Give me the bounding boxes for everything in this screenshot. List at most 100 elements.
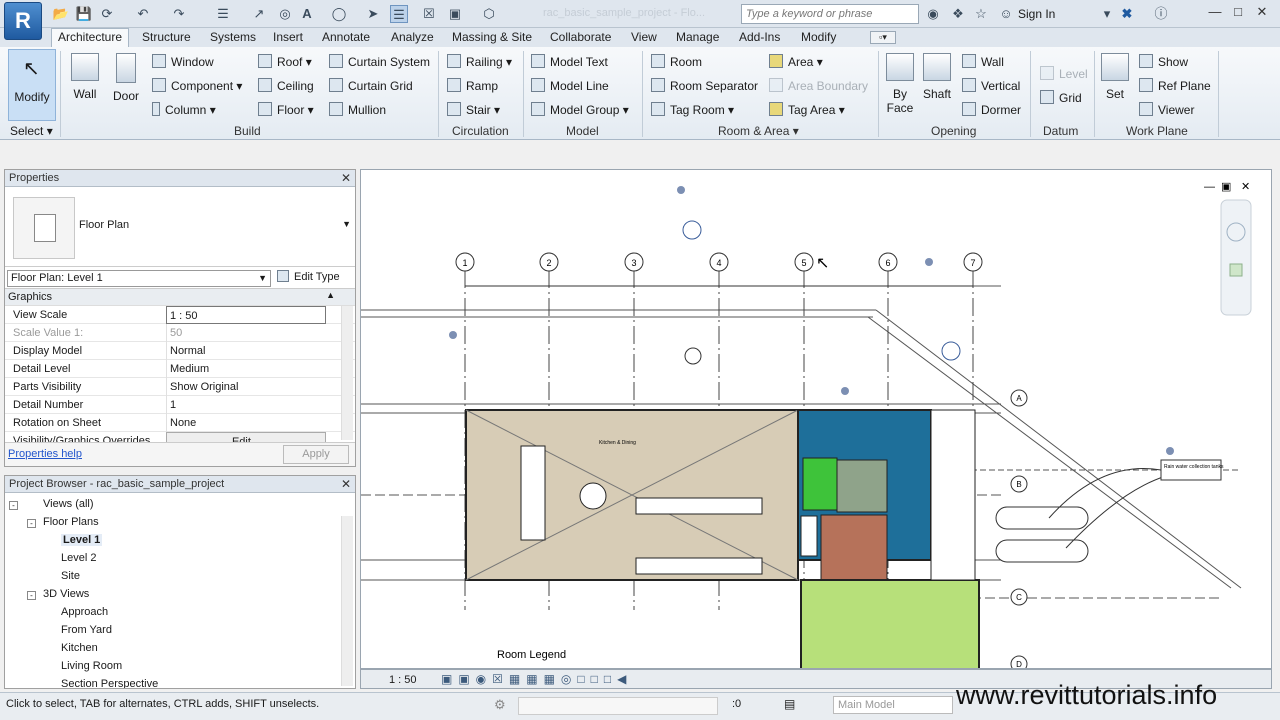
- view-control-icons[interactable]: ▣▣◉☒▦▦▦◎□□□◀: [441, 672, 632, 686]
- browser-item[interactable]: Views (all): [43, 498, 94, 510]
- curtain-system-button[interactable]: Curtain System: [329, 54, 430, 69]
- open-icon[interactable]: 📂: [52, 5, 70, 23]
- property-value[interactable]: Normal: [166, 342, 326, 360]
- subscription-icon[interactable]: ❖: [949, 5, 967, 23]
- model-line-button[interactable]: Model Line: [531, 78, 609, 93]
- workset-select[interactable]: [518, 697, 718, 715]
- customize-qat-icon[interactable]: ⬡: [480, 5, 498, 23]
- collapse-icon[interactable]: ▲: [326, 290, 335, 300]
- dormer-button[interactable]: Dormer: [962, 102, 1021, 117]
- camera-marker[interactable]: [841, 387, 849, 395]
- modify-button[interactable]: ↖ Modify: [8, 49, 56, 121]
- level-button[interactable]: Level: [1040, 66, 1088, 81]
- curtain-grid-button[interactable]: Curtain Grid: [329, 78, 413, 93]
- browser-scrollbar[interactable]: [341, 516, 353, 686]
- binoculars-icon[interactable]: ◉: [924, 5, 942, 23]
- property-row[interactable]: Scale Value 1: 50: [5, 324, 355, 342]
- room-button[interactable]: Room: [651, 54, 702, 69]
- help-icon[interactable]: ⓘ: [1152, 5, 1170, 23]
- close-icon[interactable]: ✕: [341, 477, 351, 491]
- room-area-panel-dropdown[interactable]: Room & Area ▾: [718, 124, 799, 138]
- close-hidden-icon[interactable]: ☒: [420, 5, 438, 23]
- close-icon[interactable]: ✕: [341, 171, 351, 185]
- camera-marker[interactable]: [677, 186, 685, 194]
- browser-item[interactable]: Living Room: [61, 660, 122, 672]
- ramp-button[interactable]: Ramp: [447, 78, 498, 93]
- room-garage[interactable]: [800, 579, 980, 669]
- property-value[interactable]: 50: [166, 324, 326, 342]
- type-selector[interactable]: Floor Plan ▼: [5, 187, 355, 267]
- room-separator-button[interactable]: Room Separator: [651, 78, 758, 93]
- property-row[interactable]: View Scale 1 : 50: [5, 306, 355, 324]
- ribbon-minimize-icon[interactable]: ▫▾: [870, 31, 896, 44]
- property-row[interactable]: Rotation on Sheet None: [5, 414, 355, 432]
- floor-button[interactable]: Floor ▾: [258, 102, 314, 117]
- minimize-window-icon[interactable]: —: [1205, 4, 1225, 22]
- design-option-select[interactable]: Main Model: [833, 696, 953, 714]
- property-row[interactable]: Detail Number 1: [5, 396, 355, 414]
- area-button[interactable]: Area ▾: [769, 54, 823, 69]
- tab-collaborate[interactable]: Collaborate: [550, 30, 611, 44]
- stair-button[interactable]: Stair ▾: [447, 102, 500, 117]
- apply-button[interactable]: Apply: [283, 445, 349, 464]
- tab-architecture[interactable]: Architecture: [51, 28, 130, 47]
- browser-item[interactable]: Level 2: [61, 552, 96, 564]
- properties-scrollbar[interactable]: [341, 306, 353, 440]
- navigation-bar[interactable]: [1220, 199, 1252, 316]
- room-laundry[interactable]: [820, 514, 888, 581]
- wall-opening-button[interactable]: Wall: [962, 54, 1004, 69]
- view-scale[interactable]: 1 : 50: [389, 674, 417, 686]
- design-options-icon[interactable]: ▤: [784, 697, 795, 711]
- shaft-button[interactable]: Shaft: [920, 53, 954, 101]
- 3d-view-icon[interactable]: ◯: [330, 5, 348, 23]
- browser-item[interactable]: From Yard: [61, 624, 112, 636]
- zoom-icon[interactable]: [1229, 263, 1243, 277]
- group-header-graphics[interactable]: Graphics ▲: [5, 289, 355, 306]
- exchange-apps-icon[interactable]: ✖: [1118, 5, 1136, 23]
- property-row[interactable]: Display Model Normal: [5, 342, 355, 360]
- close-window-icon[interactable]: ✕: [1252, 4, 1272, 22]
- save-icon[interactable]: 💾: [75, 5, 93, 23]
- select-panel-dropdown[interactable]: Select ▾: [10, 124, 53, 138]
- tab-annotate[interactable]: Annotate: [322, 30, 370, 44]
- tree-collapse-icon[interactable]: -: [9, 501, 18, 510]
- favorites-star-icon[interactable]: ☆: [972, 5, 990, 23]
- browser-item[interactable]: Floor Plans: [43, 516, 99, 528]
- tree-collapse-icon[interactable]: -: [27, 519, 36, 528]
- property-row[interactable]: Parts Visibility Show Original: [5, 378, 355, 396]
- browser-item[interactable]: Level 1: [61, 534, 103, 546]
- show-work-plane-button[interactable]: Show: [1139, 54, 1188, 69]
- measure-icon[interactable]: ☰: [214, 5, 232, 23]
- wall-button[interactable]: Wall: [70, 53, 100, 101]
- window-button[interactable]: Window: [152, 54, 214, 69]
- door-button[interactable]: Door: [110, 53, 142, 103]
- component-button[interactable]: Component ▾: [152, 78, 242, 93]
- tab-structure[interactable]: Structure: [142, 30, 191, 44]
- browser-item[interactable]: Kitchen: [61, 642, 98, 654]
- railing-button[interactable]: Railing ▾: [447, 54, 512, 69]
- property-value[interactable]: Medium: [166, 360, 326, 378]
- model-group-button[interactable]: Model Group ▾: [531, 102, 629, 117]
- tab-manage[interactable]: Manage: [676, 30, 719, 44]
- switch-windows-icon[interactable]: ▣: [446, 5, 464, 23]
- elevation-marker[interactable]: [684, 347, 702, 365]
- browser-item[interactable]: 3D Views: [43, 588, 89, 600]
- camera-marker[interactable]: [925, 258, 933, 266]
- property-row[interactable]: Detail Level Medium: [5, 360, 355, 378]
- property-value[interactable]: 1 : 50: [166, 306, 326, 324]
- tree-collapse-icon[interactable]: -: [27, 591, 36, 600]
- property-value[interactable]: Show Original: [166, 378, 326, 396]
- camera-marker[interactable]: [449, 331, 457, 339]
- undo-icon[interactable]: ↶: [134, 5, 152, 23]
- user-icon[interactable]: ☺: [997, 5, 1015, 23]
- viewer-button[interactable]: Viewer: [1139, 102, 1194, 117]
- browser-item[interactable]: Approach: [61, 606, 108, 618]
- restore-view-icon[interactable]: ▣: [1221, 181, 1231, 193]
- worksharing-icon[interactable]: ⚙: [494, 697, 506, 713]
- properties-help-link[interactable]: Properties help: [8, 448, 82, 460]
- minimize-view-icon[interactable]: —: [1204, 181, 1215, 193]
- tag-area-button[interactable]: Tag Area ▾: [769, 102, 845, 117]
- set-work-plane-button[interactable]: Set: [1100, 53, 1130, 101]
- column-button[interactable]: Column ▾: [152, 102, 216, 117]
- browser-item[interactable]: Site: [61, 570, 80, 582]
